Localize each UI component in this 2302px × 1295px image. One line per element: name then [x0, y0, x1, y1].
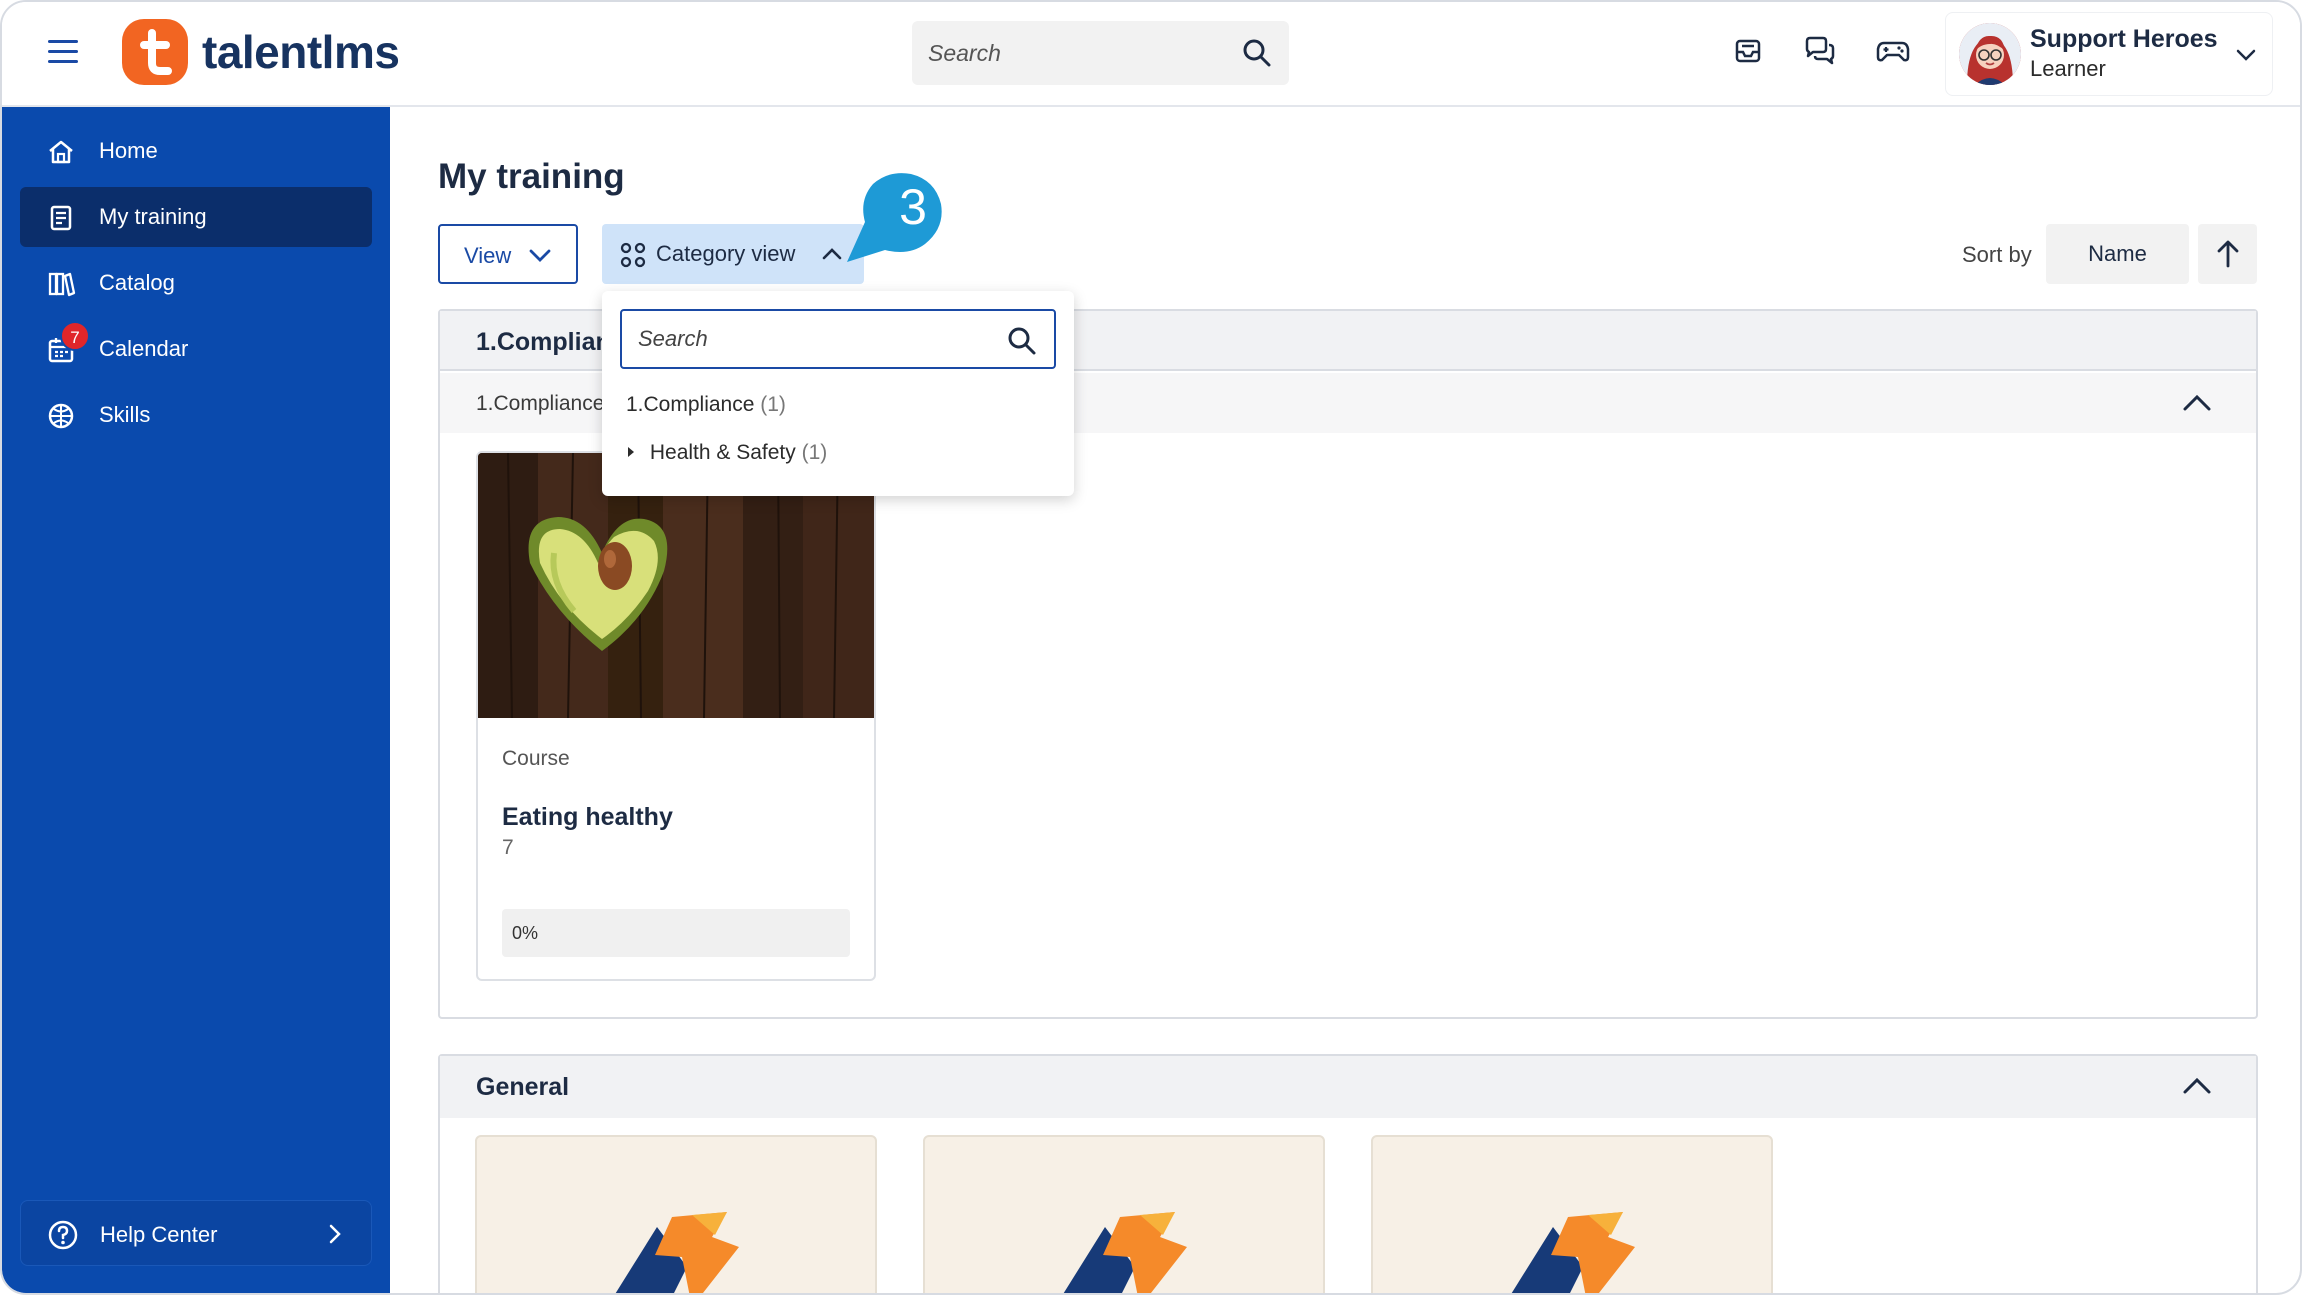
- arrow-up-icon: [2215, 239, 2241, 274]
- menu-icon[interactable]: [48, 40, 78, 66]
- category-group-title: General: [476, 1073, 570, 1101]
- sort-direction-button[interactable]: [2198, 224, 2257, 284]
- help-center-button[interactable]: Help Center: [20, 1200, 372, 1266]
- placeholder-logo-icon: [615, 1212, 739, 1293]
- catalog-icon: [46, 269, 76, 299]
- progress-label: 0%: [512, 923, 539, 943]
- sidebar-item-label: My training: [99, 204, 207, 229]
- subcategory-title: 1.Compliance: [476, 392, 605, 415]
- course-card[interactable]: Course Eating healthy 7 0%: [476, 451, 876, 981]
- skills-icon: [46, 401, 76, 431]
- user-role: Learner: [2030, 56, 2106, 81]
- talentlms-logo-icon: [122, 19, 188, 85]
- global-search-input[interactable]: [928, 21, 1218, 85]
- search-icon[interactable]: [1006, 325, 1038, 362]
- course-card-placeholder[interactable]: [475, 1135, 877, 1293]
- view-button[interactable]: View: [438, 224, 578, 284]
- dropdown-item-label: Health & Safety: [649, 441, 796, 464]
- course-type: Course: [502, 747, 570, 770]
- avatar: [1959, 23, 2021, 85]
- chat-icon[interactable]: [1802, 33, 1838, 69]
- callout-number: 3: [899, 179, 927, 235]
- placeholder-logo-icon: [1511, 1212, 1635, 1293]
- help-icon: [47, 1219, 79, 1256]
- category-view-button[interactable]: Category view: [602, 224, 864, 284]
- chevron-right-icon: [325, 1223, 345, 1250]
- course-card-placeholder[interactable]: [923, 1135, 1325, 1293]
- caret-right-icon[interactable]: [626, 441, 644, 465]
- gamepad-icon[interactable]: [1875, 33, 1911, 69]
- chevron-up-icon[interactable]: [2182, 393, 2212, 418]
- logo-text: talentlms: [202, 26, 400, 78]
- chevron-down-icon: [528, 246, 552, 271]
- sidebar-item-label: Home: [99, 138, 158, 163]
- dropdown-item-count: (1): [801, 441, 828, 464]
- category-view-label: Category view: [656, 241, 796, 266]
- sort-field-button[interactable]: Name: [2046, 224, 2189, 284]
- chevron-up-icon[interactable]: [2182, 1076, 2212, 1101]
- sidebar-item-label: Skills: [99, 402, 151, 427]
- grid-icon: [620, 242, 646, 273]
- calendar-badge: 7: [60, 321, 90, 351]
- page-title: My training: [438, 157, 625, 196]
- course-card-placeholder[interactable]: [1371, 1135, 1773, 1293]
- category-search-input[interactable]: [638, 311, 998, 367]
- sidebar-item-home[interactable]: Home: [20, 121, 372, 181]
- course-title: Eating healthy: [502, 803, 673, 831]
- sort-field-label: Name: [2088, 241, 2147, 266]
- sidebar: Home My training Catalog 7 Calendar Skil…: [2, 107, 390, 1293]
- logo[interactable]: talentlms: [122, 17, 400, 87]
- dropdown-item-count: (1): [760, 393, 786, 416]
- sidebar-item-label: Calendar: [99, 336, 189, 361]
- course-code: 7: [502, 836, 514, 859]
- sidebar-item-catalog[interactable]: Catalog: [20, 253, 372, 313]
- sidebar-item-calendar[interactable]: 7 Calendar: [20, 319, 372, 379]
- chevron-down-icon[interactable]: [2234, 43, 2258, 72]
- dropdown-item[interactable]: Health & Safety (1): [626, 441, 827, 465]
- app-window: talentlms Search Support Heroes Learner …: [0, 0, 2302, 1295]
- sort-by-label: Sort by: [1962, 242, 2032, 267]
- home-icon: [46, 137, 76, 167]
- top-bar: talentlms Search Support Heroes Learner: [2, 2, 2300, 107]
- inbox-icon[interactable]: [1730, 33, 1766, 69]
- dropdown-item[interactable]: 1.Compliance (1): [626, 393, 786, 417]
- category-search[interactable]: [620, 309, 1056, 369]
- sidebar-item-skills[interactable]: Skills: [20, 385, 372, 445]
- user-menu[interactable]: Support Heroes Learner: [1945, 12, 2273, 96]
- user-name: Support Heroes: [2030, 25, 2218, 53]
- progress-bar: 0%: [502, 909, 850, 957]
- sidebar-item-my-training[interactable]: My training: [20, 187, 372, 247]
- training-icon: [46, 203, 76, 233]
- help-center-label: Help Center: [100, 1222, 218, 1247]
- global-search[interactable]: [912, 21, 1289, 85]
- view-button-label: View: [464, 243, 512, 268]
- sidebar-item-label: Catalog: [99, 270, 175, 295]
- category-dropdown: 1.Compliance (1) Health & Safety (1): [602, 291, 1074, 496]
- search-icon[interactable]: [1241, 37, 1273, 74]
- placeholder-logo-icon: [1063, 1212, 1187, 1293]
- chevron-up-icon: [822, 246, 842, 267]
- category-group-title: 1.Complian: [476, 328, 611, 356]
- category-group-header[interactable]: General: [440, 1056, 2256, 1118]
- dropdown-item-label: 1.Compliance: [626, 393, 755, 416]
